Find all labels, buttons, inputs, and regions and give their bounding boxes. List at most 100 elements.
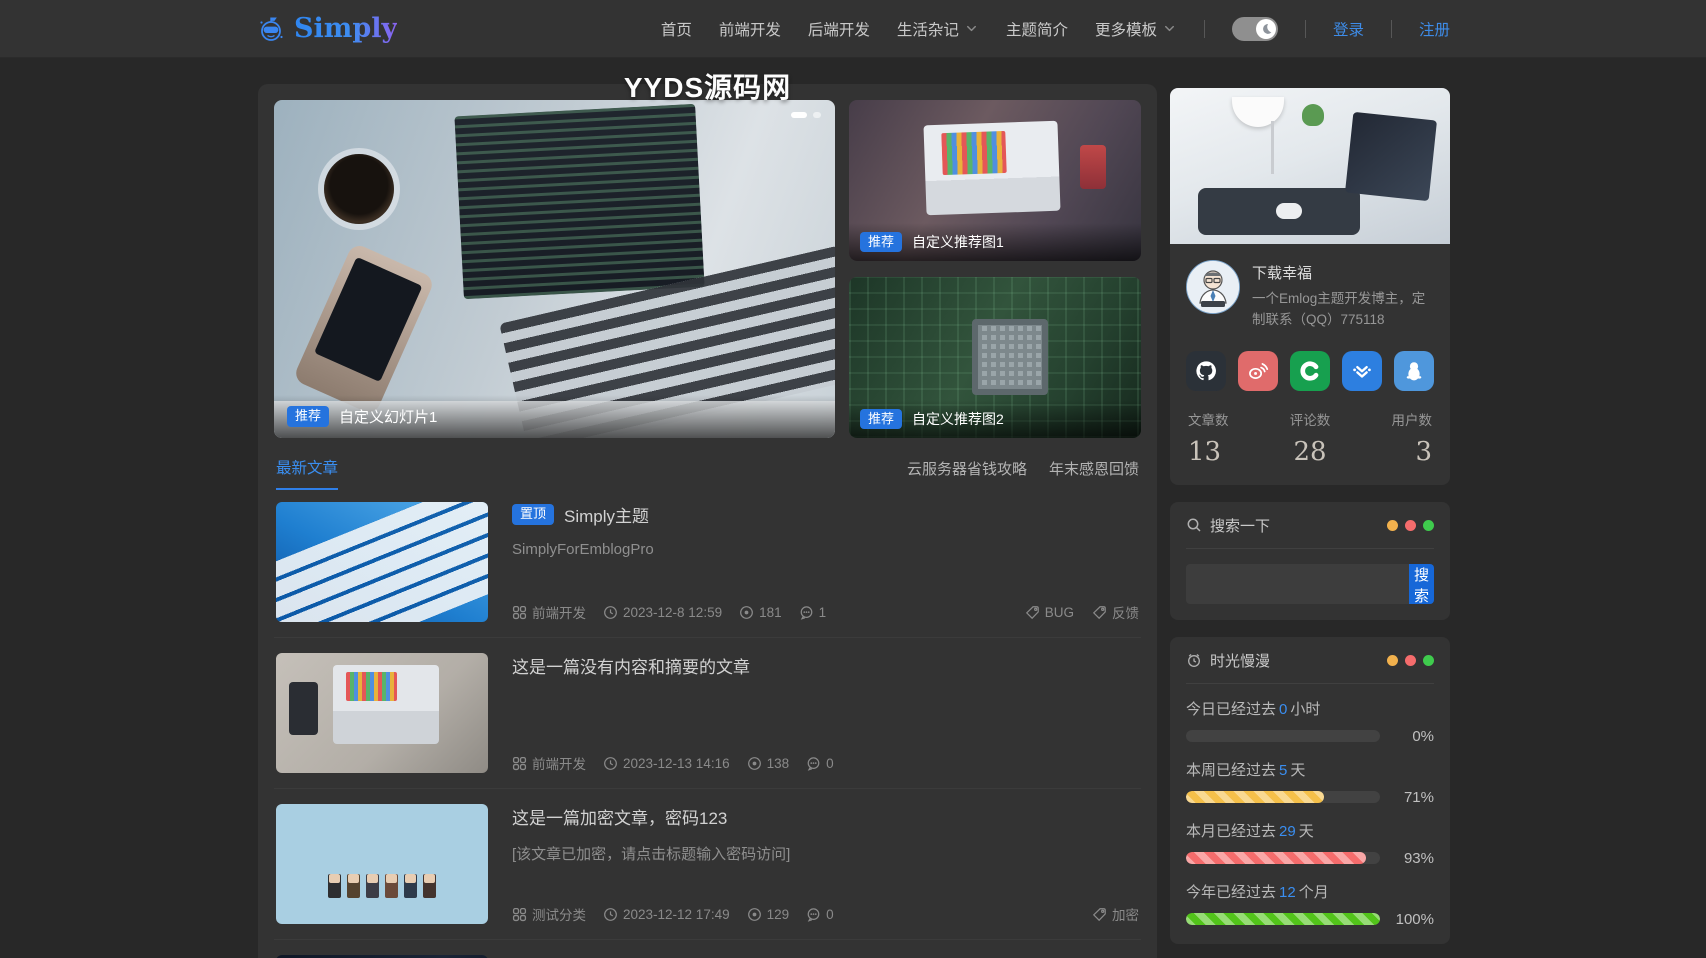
dark-mode-toggle[interactable] xyxy=(1232,17,1278,41)
dot-red xyxy=(1405,655,1416,666)
nav-item-home[interactable]: 首页 xyxy=(661,18,692,40)
article-comments[interactable]: 1 xyxy=(799,605,827,620)
dot-red xyxy=(1405,520,1416,531)
link-cloud-server[interactable]: 云服务器省钱攻略 xyxy=(907,458,1027,479)
weibo-icon[interactable] xyxy=(1238,351,1278,391)
article-excerpt: SimplyForEmblogPro xyxy=(512,541,1139,558)
photo-shape xyxy=(328,874,341,898)
carousel-dot[interactable] xyxy=(813,112,821,118)
article-category[interactable]: 前端开发 xyxy=(512,753,586,773)
article-title[interactable]: 这是一篇没有内容和摘要的文章 xyxy=(512,653,750,678)
tag-icon xyxy=(1092,605,1107,620)
article-date: 2023-12-8 12:59 xyxy=(603,605,722,620)
nav-item-more-templates[interactable]: 更多模板 xyxy=(1095,18,1177,40)
article-tabbar: 最新文章 云服务器省钱攻略 年末感恩回馈 xyxy=(274,456,1141,490)
tag-feedback[interactable]: 反馈 xyxy=(1092,602,1139,622)
github-icon[interactable] xyxy=(1186,351,1226,391)
robot-logo-icon xyxy=(256,14,286,44)
pinned-badge: 置顶 xyxy=(512,504,554,524)
progress-percent: 71% xyxy=(1390,789,1434,806)
nav-item-frontend[interactable]: 前端开发 xyxy=(719,18,781,40)
cloud-drive-icon[interactable] xyxy=(1342,351,1382,391)
photo-shape xyxy=(1271,121,1274,174)
login-link[interactable]: 登录 xyxy=(1333,18,1364,40)
recommend-badge: 推荐 xyxy=(860,232,902,252)
divider xyxy=(1186,548,1434,549)
article-thumbnail[interactable] xyxy=(276,653,488,773)
comment-icon xyxy=(799,605,814,620)
photo-shape xyxy=(455,104,705,299)
site-logo[interactable]: Simply xyxy=(256,13,397,44)
progress-percent: 100% xyxy=(1390,911,1434,928)
slide-caption: 推荐 自定义推荐图1 xyxy=(849,223,1141,261)
photo-shape xyxy=(292,242,435,416)
article-title[interactable]: Simply主题 xyxy=(564,502,649,527)
progress-track xyxy=(1186,852,1380,864)
register-link[interactable]: 注册 xyxy=(1419,18,1450,40)
progress-fill xyxy=(1186,913,1380,925)
progress-percent: 0% xyxy=(1390,728,1434,745)
grid-icon xyxy=(512,605,527,620)
article-comments[interactable]: 0 xyxy=(806,907,834,922)
c-site-icon[interactable] xyxy=(1290,351,1330,391)
article-category[interactable]: 测试分类 xyxy=(512,904,586,924)
slide-caption-text: 自定义推荐图2 xyxy=(912,409,1004,429)
photo-shape xyxy=(347,874,360,898)
progress-percent: 93% xyxy=(1390,850,1434,867)
article-thumbnail[interactable] xyxy=(276,804,488,924)
avatar-cartoon xyxy=(1187,261,1239,313)
article-category[interactable]: 前端开发 xyxy=(512,602,586,622)
qq-icon[interactable] xyxy=(1394,351,1434,391)
photo-shape xyxy=(1276,203,1302,219)
progress-fill xyxy=(1186,791,1324,803)
article-date: 2023-12-13 14:16 xyxy=(603,756,730,771)
carousel-main-slide[interactable]: 推荐 自定义幻灯片1 xyxy=(274,100,835,438)
photo-shape xyxy=(276,502,488,622)
article-thumbnail[interactable] xyxy=(276,502,488,622)
alarm-clock-icon xyxy=(1186,652,1202,668)
article-list: 置顶 Simply主题 SimplyForEmblogPro 前端开发 2023… xyxy=(274,490,1141,958)
search-input[interactable] xyxy=(1186,564,1409,604)
profile-cover-image xyxy=(1170,88,1450,244)
slide-caption-text: 自定义幻灯片1 xyxy=(339,406,437,427)
comment-icon xyxy=(806,907,821,922)
article-comments[interactable]: 0 xyxy=(806,756,834,771)
nav-item-life[interactable]: 生活杂记 xyxy=(897,18,979,40)
carousel-dot-active[interactable] xyxy=(791,112,807,118)
recommend-badge: 推荐 xyxy=(287,406,329,426)
article-meta: 测试分类 2023-12-12 17:49 129 0 加密 xyxy=(512,904,1139,924)
photo-shape xyxy=(346,672,397,701)
recommend-slide-1[interactable]: 推荐 自定义推荐图1 xyxy=(849,100,1141,261)
dot-yellow xyxy=(1387,655,1398,666)
photo-shape xyxy=(1302,104,1324,126)
search-button[interactable]: 搜索 xyxy=(1409,564,1434,604)
photo-shape xyxy=(942,131,1008,175)
thumb-photo xyxy=(276,502,488,622)
search-card-title: 搜索一下 xyxy=(1210,515,1270,536)
window-dots xyxy=(1387,520,1434,531)
dot-yellow xyxy=(1387,520,1398,531)
article-title[interactable]: 这是一篇加密文章，密码123 xyxy=(512,804,727,829)
tab-latest-articles[interactable]: 最新文章 xyxy=(276,456,338,490)
profile-bio: 一个Emlog主题开发博主，定制联系（QQ）775118 xyxy=(1252,289,1434,331)
tag-icon xyxy=(1025,605,1040,620)
photo-shape xyxy=(324,154,394,224)
clock-icon xyxy=(603,756,618,771)
link-year-end[interactable]: 年末感恩回馈 xyxy=(1049,458,1139,479)
slide-caption: 推荐 自定义推荐图2 xyxy=(849,400,1141,438)
recommend-slide-2[interactable]: 推荐 自定义推荐图2 xyxy=(849,277,1141,438)
nav-divider xyxy=(1391,20,1392,38)
sidebar: 下载幸福 一个Emlog主题开发博主，定制联系（QQ）775118 文章数 13… xyxy=(1170,88,1450,958)
progress-track xyxy=(1186,791,1380,803)
tag-encrypted[interactable]: 加密 xyxy=(1092,904,1139,924)
tag-bug[interactable]: BUG xyxy=(1025,602,1074,622)
profile-name: 下载幸福 xyxy=(1252,262,1434,283)
article-meta: 前端开发 2023-12-13 14:16 138 0 xyxy=(512,753,1139,773)
article-date: 2023-12-12 17:49 xyxy=(603,907,730,922)
time-progress-year: 今年已经过去12个月 100% xyxy=(1186,881,1434,928)
nav-item-theme-intro[interactable]: 主题简介 xyxy=(1006,18,1068,40)
avatar[interactable] xyxy=(1186,260,1240,314)
comment-icon xyxy=(806,756,821,771)
chevron-down-icon xyxy=(964,21,979,36)
nav-item-backend[interactable]: 后端开发 xyxy=(808,18,870,40)
